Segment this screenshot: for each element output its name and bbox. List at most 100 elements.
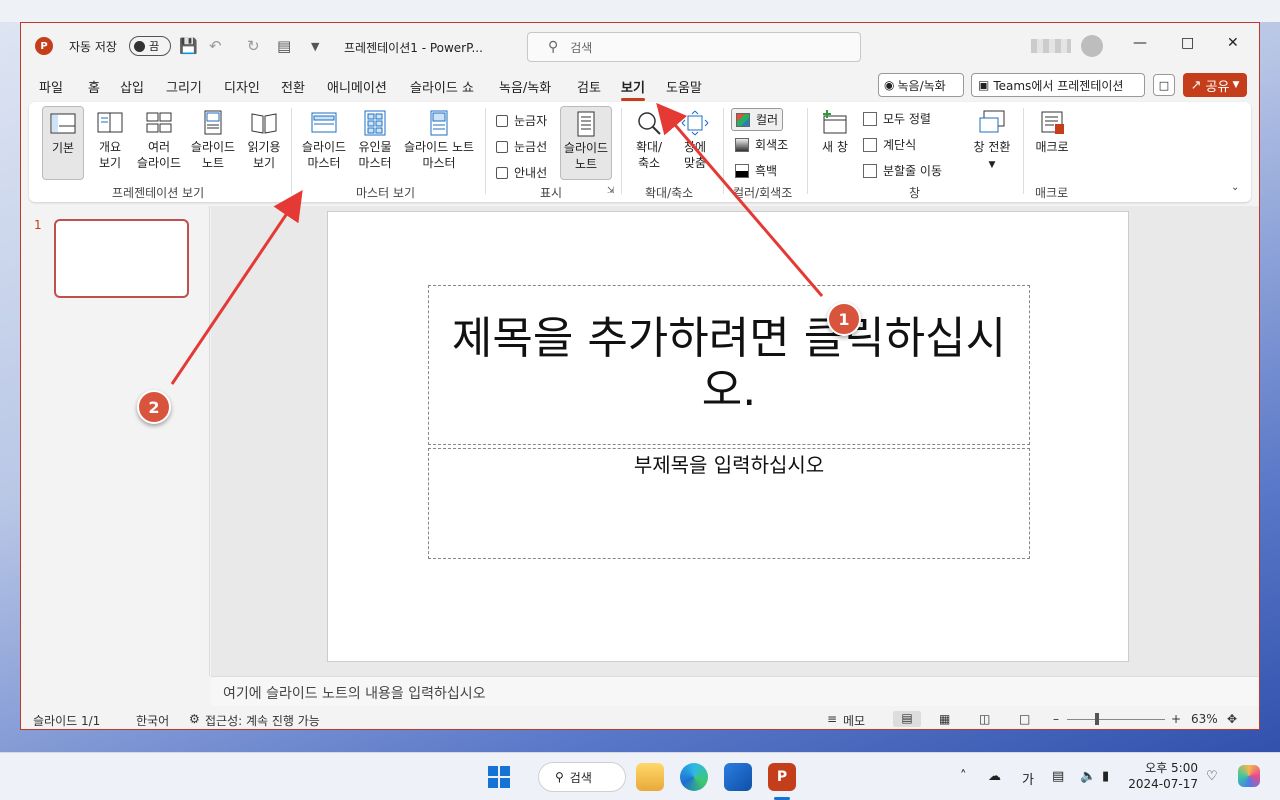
powerpoint-taskbar-icon[interactable]: P — [768, 763, 796, 791]
grayscale-button[interactable]: 회색조 — [735, 136, 788, 153]
annotation-marker-1: 1 — [827, 302, 861, 336]
fit-slide-icon[interactable]: ✥ — [1227, 712, 1237, 726]
autosave-label: 자동 저장 — [69, 40, 117, 54]
black-white-button[interactable]: 흑백 — [735, 162, 777, 179]
cascade-button[interactable]: 계단식 — [863, 136, 916, 153]
edge-icon[interactable] — [680, 763, 708, 791]
new-window-button[interactable]: 새 창 — [815, 110, 855, 155]
volume-icon[interactable]: 🔈 — [1080, 769, 1096, 784]
notes-page-label-1: 슬라이드 — [190, 140, 236, 154]
maximize-icon[interactable]: □ — [1181, 35, 1194, 51]
notes-toggle[interactable]: 메모 — [843, 712, 865, 729]
ribbon-separator — [723, 108, 724, 194]
normal-view-status-icon[interactable]: ▤ — [893, 711, 921, 727]
present-in-teams-button[interactable]: ▣ Teams에서 프레젠테이션 — [971, 73, 1145, 97]
tray-overflow-icon[interactable]: ˄ — [960, 769, 967, 784]
zoom-in-icon[interactable]: + — [1171, 712, 1181, 726]
tab-home[interactable]: 홈 — [88, 77, 100, 96]
status-bar: 슬라이드 1/1 한국어 ⚙ 접근성: 계속 진행 가능 ≡ 메모 ▤ ▦ ◫ … — [21, 708, 1259, 729]
move-split-button[interactable]: 분할줄 이동 — [863, 162, 942, 179]
notification-bell-icon[interactable]: ♡ — [1206, 769, 1218, 784]
zoom-percent[interactable]: 63% — [1191, 712, 1218, 726]
save-icon[interactable]: 💾 — [179, 37, 198, 55]
macros-button[interactable]: 매크로 — [1029, 110, 1075, 155]
color-swatch-icon — [736, 112, 750, 127]
comments-button[interactable]: □ — [1153, 74, 1175, 96]
slide-edit-area: 제목을 추가하려면 클릭하십시오. 부제목을 입력하십시오 — [211, 206, 1259, 676]
zoom-button[interactable]: 확대/ 축소 — [627, 110, 671, 171]
language[interactable]: 한국어 — [136, 712, 169, 729]
reading-view-status-icon[interactable]: ◫ — [979, 712, 990, 726]
present-icon[interactable]: ▤ — [277, 37, 291, 55]
tab-draw[interactable]: 그리기 — [166, 77, 202, 96]
outline-view-label-2: 보기 — [98, 156, 122, 170]
title-bar: P 자동 저장 끔 💾 ↶ ↻ ▤ ▼ 프레젠테이션1 - PowerP... … — [21, 23, 1259, 69]
battery-icon[interactable]: ▮ — [1102, 769, 1109, 784]
switch-windows-button[interactable]: 창 전환 ▼ — [967, 110, 1017, 173]
avatar[interactable] — [1081, 35, 1103, 57]
tab-slideshow[interactable]: 슬라이드 쇼 — [410, 77, 474, 96]
store-icon[interactable] — [724, 763, 752, 791]
slide-sorter-status-icon[interactable]: ▦ — [939, 712, 950, 726]
handout-master-button[interactable]: 유인물 마스터 — [353, 110, 397, 171]
slide-number: 1 — [34, 218, 42, 232]
reading-view-button[interactable]: 읽기용 보기 — [241, 110, 287, 171]
ime-indicator[interactable]: 가 — [1022, 769, 1034, 788]
share-button[interactable]: ↗ 공유 ▼ — [1183, 73, 1247, 97]
color-button[interactable]: 컬러 — [731, 108, 784, 131]
desktop-strip — [0, 0, 1280, 22]
account-name[interactable] — [1031, 39, 1071, 53]
redo-icon[interactable]: ↻ — [247, 37, 260, 55]
title-placeholder[interactable]: 제목을 추가하려면 클릭하십시오. — [428, 285, 1030, 445]
tab-design[interactable]: 디자인 — [224, 77, 260, 96]
slide-master-button[interactable]: 슬라이드 마스터 — [297, 110, 351, 171]
slide-sorter-button[interactable]: 여러 슬라이드 — [133, 110, 185, 171]
notes-master-label-1: 슬라이드 노트 — [403, 140, 475, 154]
collapse-ribbon-icon[interactable]: ⌄ — [1231, 182, 1239, 193]
fit-to-window-button[interactable]: 창에 맞춤 — [675, 110, 715, 171]
close-icon[interactable]: ✕ — [1227, 35, 1239, 51]
annotation-marker-2: 2 — [137, 390, 171, 424]
record-button[interactable]: ◉ 녹음/녹화 — [878, 73, 964, 97]
tab-view[interactable]: 보기 — [621, 77, 645, 101]
slideshow-status-icon[interactable]: □ — [1019, 712, 1030, 726]
notes-page-button[interactable]: 슬라이드 노트 — [187, 110, 239, 171]
minimize-icon[interactable]: — — [1133, 35, 1147, 51]
guides-checkbox[interactable]: 안내선 — [496, 164, 547, 181]
zoom-slider[interactable] — [1067, 719, 1165, 720]
customize-toolbar-icon[interactable]: ▼ — [311, 40, 319, 53]
notes-master-button[interactable]: 슬라이드 노트 마스터 — [399, 110, 479, 171]
tab-insert[interactable]: 삽입 — [120, 77, 144, 96]
normal-view-button[interactable]: 기본 — [42, 106, 84, 180]
undo-icon[interactable]: ↶ — [209, 37, 222, 55]
tab-review[interactable]: 검토 — [577, 77, 601, 96]
slide-thumbnail[interactable] — [54, 219, 189, 298]
clock[interactable]: 오후 5:00 2024-07-17 — [1128, 760, 1198, 792]
zoom-slider-thumb[interactable] — [1095, 713, 1099, 725]
taskbar-search[interactable]: ⚲ 검색 — [538, 762, 626, 792]
arrange-all-button[interactable]: 모두 정렬 — [863, 110, 931, 127]
cloud-icon[interactable]: ☁ — [988, 769, 1001, 784]
taskbar: ⚲ 검색 P ˄ ☁ 가 ▤ 🔈 ▮ 오후 5:00 2024-07-17 ♡ — [0, 752, 1280, 800]
search-input[interactable]: ⚲ 검색 — [527, 32, 861, 62]
ruler-checkbox[interactable]: 눈금자 — [496, 112, 547, 129]
tab-animations[interactable]: 애니메이션 — [327, 77, 387, 96]
autosave-toggle[interactable]: 끔 — [129, 36, 171, 56]
outline-view-button[interactable]: 개요 보기 — [89, 110, 131, 171]
tab-transitions[interactable]: 전환 — [281, 77, 305, 96]
zoom-out-icon[interactable]: – — [1053, 712, 1059, 726]
tab-help[interactable]: 도움말 — [666, 77, 702, 96]
subtitle-placeholder[interactable]: 부제목을 입력하십시오 — [428, 448, 1030, 559]
gridlines-checkbox[interactable]: 눈금선 — [496, 138, 547, 155]
tab-record[interactable]: 녹음/녹화 — [499, 77, 551, 96]
show-dialog-launcher-icon[interactable]: ⇲ — [607, 186, 615, 196]
accessibility-status[interactable]: 접근성: 계속 진행 가능 — [205, 712, 320, 729]
slide-canvas[interactable]: 제목을 추가하려면 클릭하십시오. 부제목을 입력하십시오 — [327, 211, 1129, 662]
file-explorer-icon[interactable] — [636, 763, 664, 791]
start-button[interactable] — [488, 766, 510, 788]
copilot-icon[interactable] — [1238, 765, 1260, 787]
notes-input[interactable]: 여기에 슬라이드 노트의 내용을 입력하십시오 — [211, 676, 1259, 706]
tab-file[interactable]: 파일 — [39, 77, 63, 96]
notes-pane-button[interactable]: 슬라이드 노트 — [560, 106, 612, 180]
network-icon[interactable]: ▤ — [1052, 769, 1064, 784]
